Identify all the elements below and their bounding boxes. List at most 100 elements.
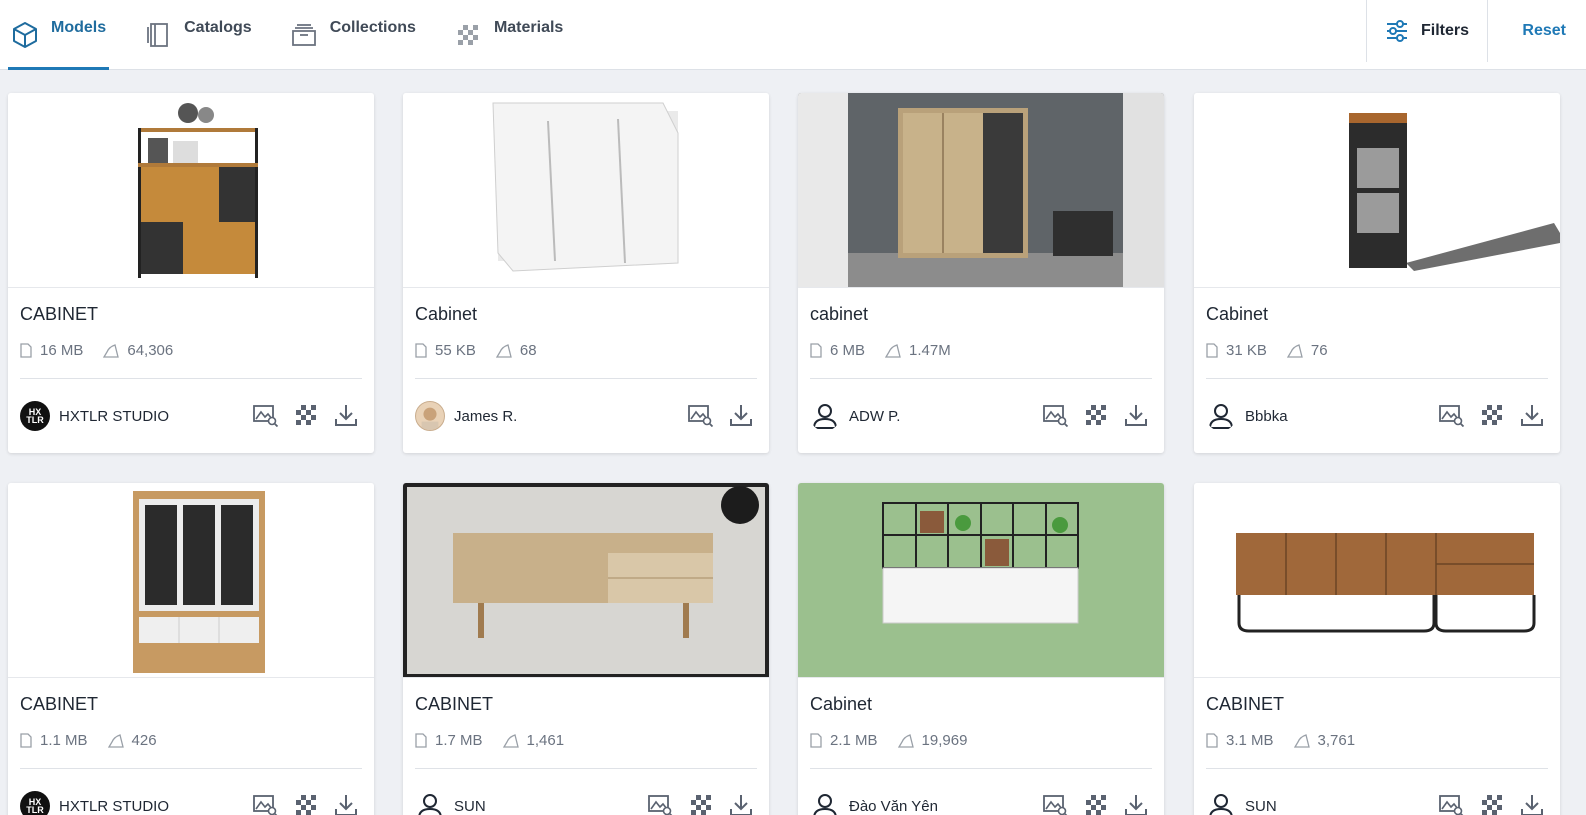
divider: [20, 768, 362, 769]
model-meta: 16 MB 64,306: [20, 342, 173, 359]
model-card[interactable]: Cabinet 31 KB 76 Bbbka: [1194, 93, 1560, 453]
model-thumbnail[interactable]: [403, 93, 769, 288]
download-count-icon: [1293, 733, 1310, 748]
materials-icon[interactable]: [687, 791, 715, 815]
download-icon[interactable]: [1122, 791, 1150, 815]
card-actions: [1426, 401, 1546, 429]
download-icon[interactable]: [727, 791, 755, 815]
model-thumbnail[interactable]: [403, 483, 769, 678]
file-size: 16 MB: [40, 342, 84, 359]
file-size: 2.1 MB: [830, 732, 878, 749]
tab-collections[interactable]: Collections: [287, 0, 419, 70]
model-meta: 1.7 MB 1,461: [415, 732, 564, 749]
download-icon[interactable]: [1122, 401, 1150, 429]
model-card[interactable]: CABINET 16 MB 64,306 HX TLR HXTLR STUDIO: [8, 93, 374, 453]
model-thumbnail[interactable]: [1194, 483, 1560, 678]
file-size: 3.1 MB: [1226, 732, 1274, 749]
image-search-icon[interactable]: [1438, 791, 1466, 815]
model-title[interactable]: CABINET: [20, 694, 98, 715]
download-icon[interactable]: [1518, 401, 1546, 429]
model-card[interactable]: Cabinet 55 KB 68 James R.: [403, 93, 769, 453]
model-title[interactable]: CABINET: [20, 304, 98, 325]
image-search-icon[interactable]: [252, 401, 280, 429]
model-meta: 31 KB 76: [1206, 342, 1328, 359]
author[interactable]: SUN: [1206, 791, 1277, 815]
model-thumbnail[interactable]: [1194, 93, 1560, 288]
file-icon: [1206, 733, 1218, 748]
model-thumbnail[interactable]: [798, 483, 1164, 678]
card-actions: [1030, 791, 1150, 815]
image-search-icon[interactable]: [1438, 401, 1466, 429]
file-icon: [20, 733, 32, 748]
author[interactable]: ADW P.: [810, 401, 900, 431]
download-icon[interactable]: [332, 401, 360, 429]
image-search-icon[interactable]: [687, 401, 715, 429]
image-search-icon[interactable]: [1042, 401, 1070, 429]
download-count: 76: [1310, 342, 1328, 359]
materials-icon[interactable]: [1478, 791, 1506, 815]
divider: [1206, 378, 1548, 379]
author[interactable]: James R.: [415, 401, 517, 431]
image-search-icon[interactable]: [647, 791, 675, 815]
user-icon: [1206, 401, 1236, 431]
model-title[interactable]: Cabinet: [1206, 304, 1268, 325]
model-card[interactable]: CABINET 1.7 MB 1,461 SUN: [403, 483, 769, 815]
file-size: 6 MB: [830, 342, 866, 359]
download-icon[interactable]: [727, 401, 755, 429]
tab-label: Catalogs: [184, 19, 252, 36]
model-thumbnail[interactable]: [798, 93, 1164, 288]
card-actions: [675, 401, 755, 429]
materials-icon[interactable]: [1478, 401, 1506, 429]
card-actions: [1030, 401, 1150, 429]
download-count-icon: [885, 343, 901, 358]
model-thumbnail[interactable]: [8, 93, 374, 288]
image-search-icon[interactable]: [252, 791, 280, 815]
materials-icon[interactable]: [292, 791, 320, 815]
download-count: 3,761: [1317, 732, 1356, 749]
tab-label: Models: [51, 19, 107, 36]
materials-icon[interactable]: [1082, 791, 1110, 815]
reset-button[interactable]: Reset: [1522, 0, 1566, 62]
model-card[interactable]: Cabinet 2.1 MB 19,969 Đào Văn Yên: [798, 483, 1164, 815]
top-navigation-bar: Models Catalogs Collections Materials Fi…: [0, 0, 1586, 70]
model-thumbnail[interactable]: [8, 483, 374, 678]
download-icon[interactable]: [332, 791, 360, 815]
author[interactable]: Đào Văn Yên: [810, 791, 938, 815]
model-title[interactable]: Cabinet: [810, 694, 872, 715]
divider: [415, 768, 757, 769]
model-title[interactable]: cabinet: [810, 304, 868, 325]
image-search-icon[interactable]: [1042, 791, 1070, 815]
model-title[interactable]: Cabinet: [415, 304, 477, 325]
filters-button[interactable]: Filters: [1366, 0, 1488, 62]
tab-label: Materials: [493, 19, 564, 36]
tab-label: Collections: [329, 19, 416, 36]
file-size: 1.1 MB: [40, 732, 88, 749]
tab-materials[interactable]: Materials: [451, 0, 566, 70]
model-meta: 6 MB 1.47M: [810, 342, 951, 359]
model-title[interactable]: CABINET: [1206, 694, 1284, 715]
divider: [20, 378, 362, 379]
file-icon: [810, 343, 822, 358]
download-count-icon: [107, 733, 124, 748]
model-card[interactable]: CABINET 1.1 MB 426 HX TLR HXTLR STUDIO: [8, 483, 374, 815]
author[interactable]: Bbbka: [1206, 401, 1288, 431]
tab-catalogs[interactable]: Catalogs: [141, 0, 255, 70]
avatar: HX TLR: [20, 791, 50, 815]
model-meta: 1.1 MB 426: [20, 732, 157, 749]
author-name: Bbbka: [1245, 407, 1288, 425]
model-title[interactable]: CABINET: [415, 694, 493, 715]
tab-models[interactable]: Models: [8, 0, 110, 70]
author-name: Đào Văn Yên: [849, 797, 938, 815]
download-count-icon: [1286, 343, 1303, 358]
card-actions: [240, 401, 360, 429]
materials-icon[interactable]: [1082, 401, 1110, 429]
author[interactable]: HX TLR HXTLR STUDIO: [20, 791, 169, 815]
user-icon: [415, 791, 445, 815]
author[interactable]: HX TLR HXTLR STUDIO: [20, 401, 169, 431]
materials-icon[interactable]: [292, 401, 320, 429]
model-card[interactable]: cabinet 6 MB 1.47M ADW P.: [798, 93, 1164, 453]
download-icon[interactable]: [1518, 791, 1546, 815]
author[interactable]: SUN: [415, 791, 486, 815]
model-card[interactable]: CABINET 3.1 MB 3,761 SUN: [1194, 483, 1560, 815]
download-count: 1,461: [526, 732, 565, 749]
